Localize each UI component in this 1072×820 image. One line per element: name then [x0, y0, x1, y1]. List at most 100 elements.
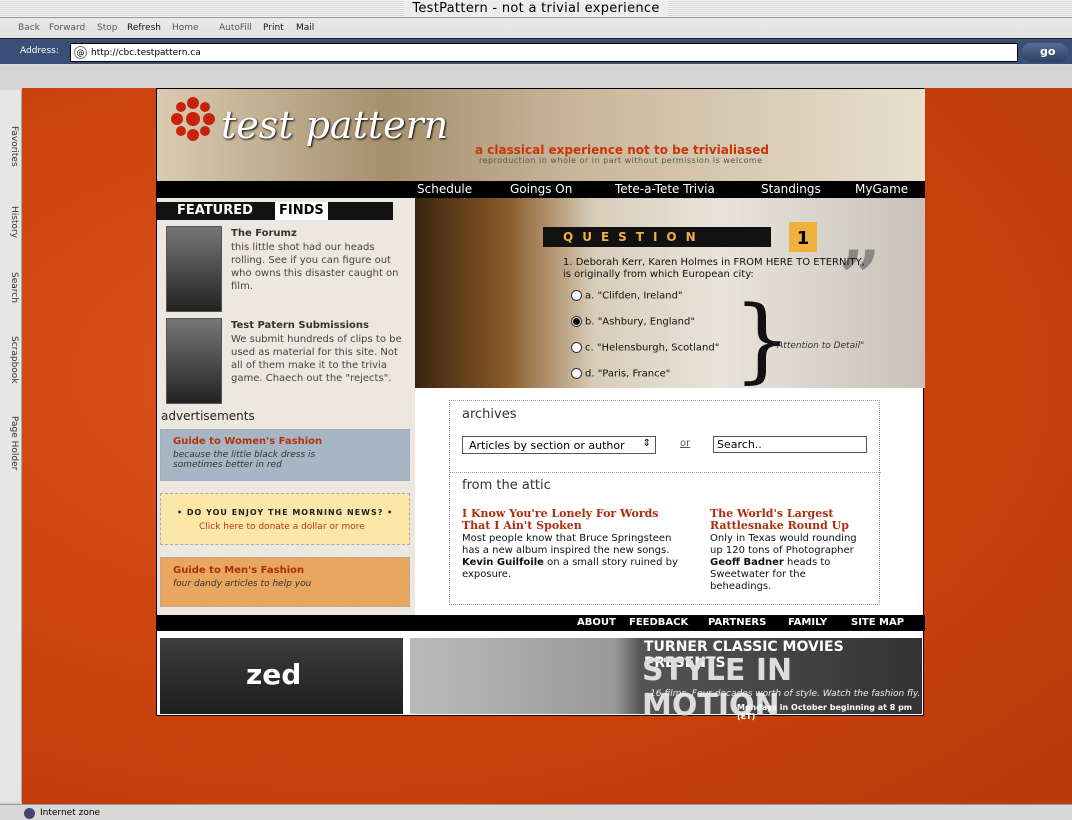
site-tagline: a classical experience not to be trivial…	[475, 143, 770, 157]
radio-button[interactable]	[571, 342, 582, 353]
nav-standings[interactable]: Standings	[761, 182, 821, 196]
nav-trivia[interactable]: Tete-a-Tete Trivia	[615, 182, 715, 196]
featured-heading-1: FEATURED	[177, 203, 253, 218]
radio-button-selected[interactable]	[571, 316, 582, 327]
back-button[interactable]: Back	[18, 23, 40, 33]
ad-subtitle: Click here to donate a dollar or more	[199, 522, 365, 532]
archives-select[interactable]: Articles by section or author ⇕	[462, 436, 656, 454]
browser-chrome: TestPattern - not a trivial experience B…	[0, 0, 1072, 66]
attic-left-title[interactable]: I Know You're Lonely For Words That I Ai…	[462, 508, 682, 532]
footer-feedback[interactable]: FEEDBACK	[629, 617, 688, 628]
featured-finds: FEATURED FINDS The Forumz this little sh…	[157, 198, 415, 615]
or-label: or	[680, 438, 691, 449]
print-button[interactable]: Print	[263, 23, 284, 33]
ad-title: • DO YOU ENJOY THE MORNING NEWS? •	[177, 508, 394, 517]
featured-heading: FEATURED FINDS	[157, 202, 393, 220]
title-bar: TestPattern - not a trivial experience	[0, 0, 1072, 18]
ad-womens-fashion[interactable]: Guide to Women's Fashion because the lit…	[160, 429, 410, 481]
main-nav: Schedule Goings On Tete-a-Tete Trivia St…	[157, 181, 925, 198]
ad-title: Guide to Women's Fashion	[173, 436, 323, 447]
site-logo-text[interactable]: test pattern	[221, 103, 448, 147]
option-label: d. "Paris, France"	[585, 368, 671, 380]
nav-mygame[interactable]: MyGame	[855, 182, 908, 196]
radio-button[interactable]	[571, 368, 582, 379]
go-label: go	[1040, 45, 1056, 58]
ad-mens-fashion[interactable]: Guide to Men's Fashion four dandy articl…	[160, 557, 410, 607]
trivia-question: QUESTION 1 ” 1. Deborah Kerr, Karen Holm…	[415, 198, 925, 388]
mail-button[interactable]: Mail	[296, 23, 314, 33]
browser-sidebar: Favorites History Search Scrapbook Page …	[0, 90, 22, 802]
search-input[interactable]: Search..	[713, 436, 867, 453]
reproduction-notice: reproduction in whole or in part without…	[479, 156, 763, 165]
autofill-button[interactable]: AutoFill	[219, 23, 252, 33]
tab-scrapbook[interactable]: Scrapbook	[3, 336, 19, 384]
ad-subtitle: four dandy articles to help you	[173, 579, 312, 589]
ad-subtitle: because the little black dress is someti…	[173, 450, 316, 470]
attic-right-body: Only in Texas would rounding up 120 tons…	[710, 533, 870, 593]
home-button[interactable]: Home	[172, 23, 199, 33]
tcm-banner[interactable]: TURNER CLASSIC MOVIES PRESENTS STYLE IN …	[410, 638, 922, 723]
archives-heading: archives	[462, 407, 517, 422]
chevron-updown-icon: ⇕	[642, 438, 651, 449]
featured-title-submissions[interactable]: Test Patern Submissions	[231, 320, 369, 331]
submissions-thumbnail[interactable]	[166, 318, 222, 404]
question-number: 1	[789, 222, 817, 252]
nav-schedule[interactable]: Schedule	[417, 182, 472, 196]
browser-toolbar: Back Forward Stop Refresh Home AutoFill …	[0, 19, 1072, 37]
attention-note: "Attention to Detail"	[773, 341, 865, 351]
cbc-logo-icon[interactable]	[169, 95, 217, 143]
answer-option-a[interactable]: a. "Clifden, Ireland"	[571, 290, 683, 302]
archives-panel: archives Articles by section or author ⇕ …	[449, 400, 881, 605]
forward-button[interactable]: Forward	[49, 23, 85, 33]
tcm-line-4: Mondays in October beginning at 8 pm (ET…	[737, 703, 913, 721]
option-label: b. "Ashbury, England"	[585, 316, 695, 328]
url-text: http://cbc.testpattern.ca	[91, 48, 201, 58]
divider	[450, 472, 881, 473]
site-banner: test pattern a classical experience not …	[157, 89, 925, 181]
status-text: Internet zone	[40, 808, 101, 818]
attic-left-body: Most people know that Bruce Springsteen …	[462, 533, 687, 581]
address-bar: Address: @ http://cbc.testpattern.ca go	[0, 38, 1072, 64]
question-text: 1. Deborah Kerr, Karen Holmes in FROM HE…	[563, 257, 865, 280]
footer-family[interactable]: FAMILY	[788, 617, 827, 628]
url-field[interactable]: @ http://cbc.testpattern.ca	[70, 43, 1018, 62]
featured-heading-2: FINDS	[275, 202, 328, 220]
answer-option-d[interactable]: d. "Paris, France"	[571, 368, 670, 380]
radio-button[interactable]	[571, 290, 582, 301]
attic-right-title[interactable]: The World's Largest Rattlesnake Round Up	[710, 508, 870, 532]
attic-left-text: Most people know that Bruce Springsteen …	[462, 533, 672, 556]
address-label: Address:	[20, 46, 59, 56]
tab-history[interactable]: History	[3, 206, 19, 238]
featured-desc-forumz: this little shot had our heads rolling. …	[231, 242, 399, 292]
zed-banner[interactable]: zed	[160, 638, 403, 714]
tab-favorites[interactable]: Favorites	[3, 126, 19, 167]
zed-logo: zed	[246, 658, 302, 691]
footer-partners[interactable]: PARTNERS	[708, 617, 766, 628]
stop-button[interactable]: Stop	[97, 23, 117, 33]
attic-left-author: Kevin Guilfoile	[462, 557, 544, 568]
question-label: QUESTION	[563, 230, 705, 244]
answer-option-c[interactable]: c. "Helensburgh, Scotland"	[571, 342, 719, 354]
answer-option-b[interactable]: b. "Ashbury, England"	[571, 316, 695, 328]
option-label: c. "Helensburgh, Scotland"	[585, 342, 720, 354]
window-title: TestPattern - not a trivial experience	[0, 1, 1072, 16]
featured-title-forumz[interactable]: The Forumz	[231, 228, 297, 239]
attic-heading: from the attic	[462, 478, 551, 493]
brace-icon: }	[733, 286, 792, 393]
globe-icon	[24, 808, 35, 819]
at-icon: @	[74, 46, 87, 59]
attic-right-text: Only in Texas would rounding up 120 tons…	[710, 533, 857, 556]
tcm-line-3: 16 films. Four decades worth of style. W…	[650, 689, 921, 699]
ad-morning-news[interactable]: • DO YOU ENJOY THE MORNING NEWS? • Click…	[160, 493, 410, 545]
footer-about[interactable]: ABOUT	[577, 617, 616, 628]
tab-search[interactable]: Search	[3, 272, 19, 303]
refresh-button[interactable]: Refresh	[127, 23, 161, 33]
footer-site-map[interactable]: SITE MAP	[851, 617, 904, 628]
status-bar: Internet zone	[0, 804, 1072, 820]
select-value: Articles by section or author	[469, 439, 625, 452]
nav-goings-on[interactable]: Goings On	[510, 182, 572, 196]
forumz-thumbnail[interactable]	[166, 226, 222, 312]
question-heading: QUESTION	[543, 227, 771, 247]
go-button[interactable]: go	[1022, 43, 1068, 62]
tab-page-holder[interactable]: Page Holder	[3, 416, 19, 470]
